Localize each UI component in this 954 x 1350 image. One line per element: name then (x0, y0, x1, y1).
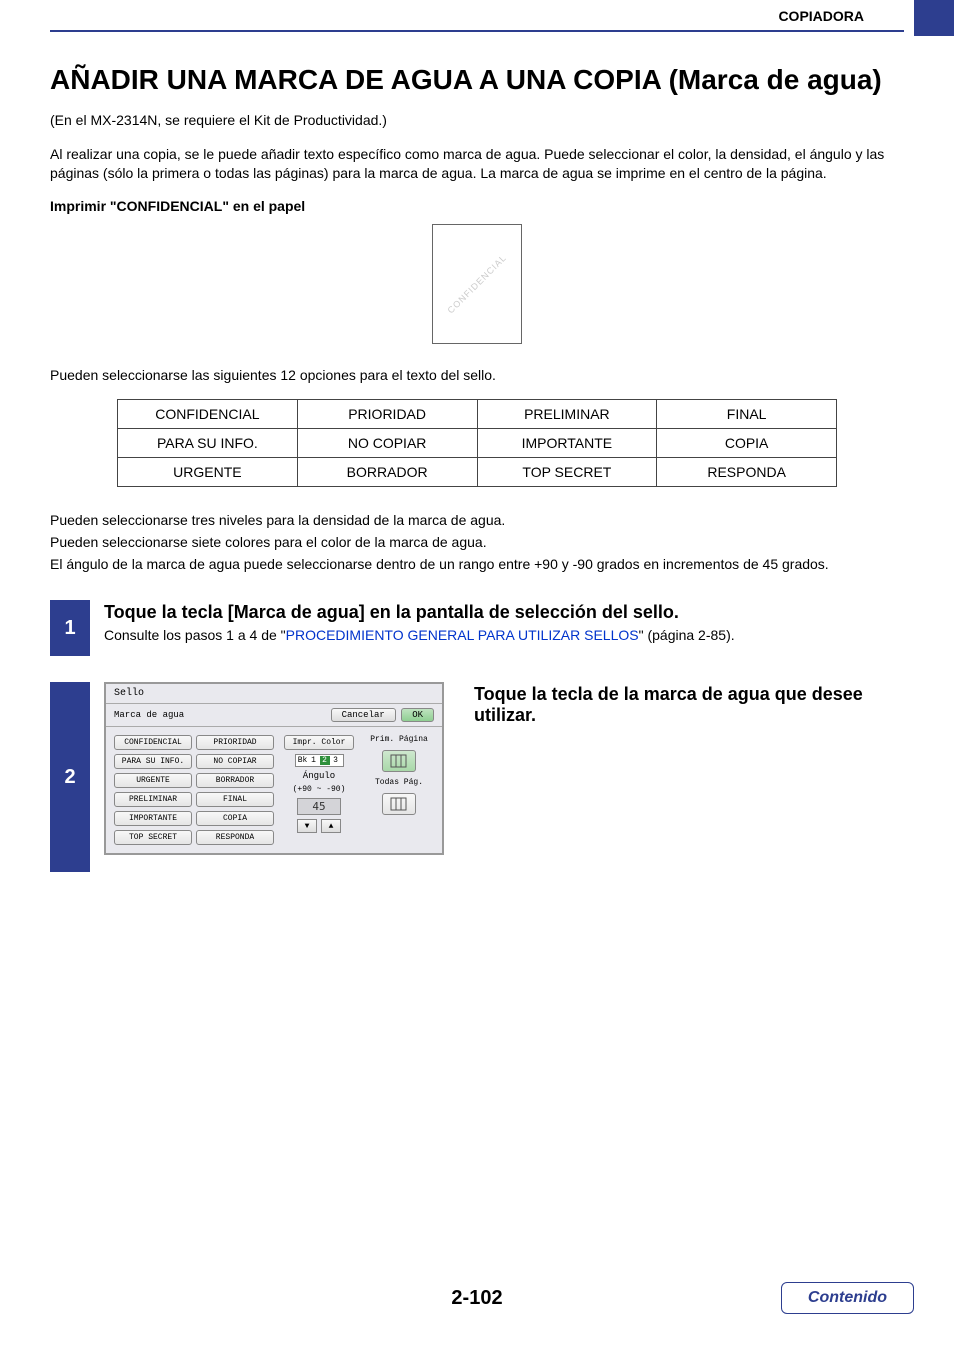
density-selector[interactable]: Bk 1 2 3 (295, 754, 344, 767)
pages-icon (390, 754, 408, 768)
note-density: Pueden seleccionarse tres niveles para l… (50, 511, 904, 531)
table-row: URGENTE BORRADOR TOP SECRET RESPONDA (118, 458, 837, 487)
step-number-1: 1 (50, 600, 90, 656)
note-color: Pueden seleccionarse siete colores para … (50, 533, 904, 553)
intro-note: (En el MX-2314N, se requiere el Kit de P… (50, 111, 904, 131)
panel-heading: Sello (106, 684, 442, 704)
option-cell: URGENTE (118, 458, 298, 487)
all-pages-label: Todas Pág. (375, 778, 423, 787)
density-bk: Bk (298, 756, 308, 765)
wm-opt[interactable]: TOP SECRET (114, 830, 192, 845)
option-cell: IMPORTANTE (477, 429, 657, 458)
pages-icon (390, 797, 408, 811)
table-row: PARA SU INFO. NO COPIAR IMPORTANTE COPIA (118, 429, 837, 458)
option-cell: PARA SU INFO. (118, 429, 298, 458)
wm-opt[interactable]: NO COPIAR (196, 754, 274, 769)
option-cell: PRIORIDAD (297, 400, 477, 429)
example-heading: Imprimir "CONFIDENCIAL" en el papel (50, 198, 904, 214)
step-2: 2 Sello Marca de agua Cancelar OK (50, 682, 904, 872)
option-cell: CONFIDENCIAL (118, 400, 298, 429)
panel-subbar: Marca de agua Cancelar OK (106, 704, 442, 727)
wm-opt[interactable]: PRIORIDAD (196, 735, 274, 750)
top-bar: COPIADORA (50, 0, 904, 32)
note-angle: El ángulo de la marca de agua puede sele… (50, 555, 904, 575)
wm-opt[interactable]: RESPONDA (196, 830, 274, 845)
angle-range: (+90 ~ -90) (293, 785, 346, 794)
impr-color-button[interactable]: Impr. Color (284, 735, 354, 750)
cancel-button[interactable]: Cancelar (331, 708, 396, 722)
wm-opt[interactable]: PARA SU INFO. (114, 754, 192, 769)
panel-col-mid: Impr. Color Bk 1 2 3 Ángulo (+90 ~ -90) … (284, 735, 354, 845)
watermark-preview: CONFIDENCIAL (432, 224, 522, 344)
angle-value: 45 (297, 798, 340, 815)
wm-opt[interactable]: FINAL (196, 792, 274, 807)
option-cell: TOP SECRET (477, 458, 657, 487)
wm-opt[interactable]: PRELIMINAR (114, 792, 192, 807)
watermark-panel: Sello Marca de agua Cancelar OK CONFIDEN… (104, 682, 444, 855)
step-2-title: Toque la tecla de la marca de agua que d… (474, 684, 904, 726)
step-1-desc: Consulte los pasos 1 a 4 de "PROCEDIMIEN… (104, 627, 904, 643)
first-page-label: Prim. Página (370, 735, 428, 744)
page-title: AÑADIR UNA MARCA DE AGUA A UNA COPIA (Ma… (50, 62, 904, 97)
wm-opt[interactable]: IMPORTANTE (114, 811, 192, 826)
wm-opt[interactable]: CONFIDENCIAL (114, 735, 192, 750)
density-2: 2 (320, 756, 330, 765)
option-cell: COPIA (657, 429, 837, 458)
step-number-2: 2 (50, 682, 90, 872)
watermark-option-grid: CONFIDENCIAL PRIORIDAD PARA SU INFO. NO … (114, 735, 274, 845)
option-cell: NO COPIAR (297, 429, 477, 458)
step-1-desc-suffix: " (página 2-85). (639, 627, 735, 643)
ok-button[interactable]: OK (401, 708, 434, 722)
wm-opt[interactable]: COPIA (196, 811, 274, 826)
density-1: 1 (309, 756, 319, 765)
header-accent-block (914, 0, 954, 36)
panel-col-right: Prim. Página Todas Pág. (364, 735, 434, 845)
watermark-options-table: CONFIDENCIAL PRIORIDAD PRELIMINAR FINAL … (117, 399, 837, 487)
option-cell: FINAL (657, 400, 837, 429)
watermark-sample-text: CONFIDENCIAL (446, 252, 509, 315)
step-1-title: Toque la tecla [Marca de agua] en la pan… (104, 602, 904, 623)
step-1-desc-prefix: Consulte los pasos 1 a 4 de " (104, 627, 286, 643)
intro-body: Al realizar una copia, se le puede añadi… (50, 145, 904, 184)
angle-down-button[interactable]: ▼ (297, 819, 317, 833)
option-cell: PRELIMINAR (477, 400, 657, 429)
wm-opt[interactable]: URGENTE (114, 773, 192, 788)
options-intro: Pueden seleccionarse las siguientes 12 o… (50, 366, 904, 386)
density-3: 3 (331, 756, 341, 765)
step-1: 1 Toque la tecla [Marca de agua] en la p… (50, 600, 904, 656)
header-category: COPIADORA (50, 8, 904, 24)
option-cell: BORRADOR (297, 458, 477, 487)
contents-link[interactable]: Contenido (781, 1282, 914, 1314)
all-pages-button[interactable] (382, 793, 416, 815)
wm-opt[interactable]: BORRADOR (196, 773, 274, 788)
table-row: CONFIDENCIAL PRIORIDAD PRELIMINAR FINAL (118, 400, 837, 429)
panel-sub-label: Marca de agua (114, 710, 184, 720)
option-cell: RESPONDA (657, 458, 837, 487)
first-page-button[interactable] (382, 750, 416, 772)
angle-label: Ángulo (303, 771, 335, 781)
angle-up-button[interactable]: ▲ (321, 819, 341, 833)
step-1-link[interactable]: PROCEDIMIENTO GENERAL PARA UTILIZAR SELL… (286, 627, 639, 643)
